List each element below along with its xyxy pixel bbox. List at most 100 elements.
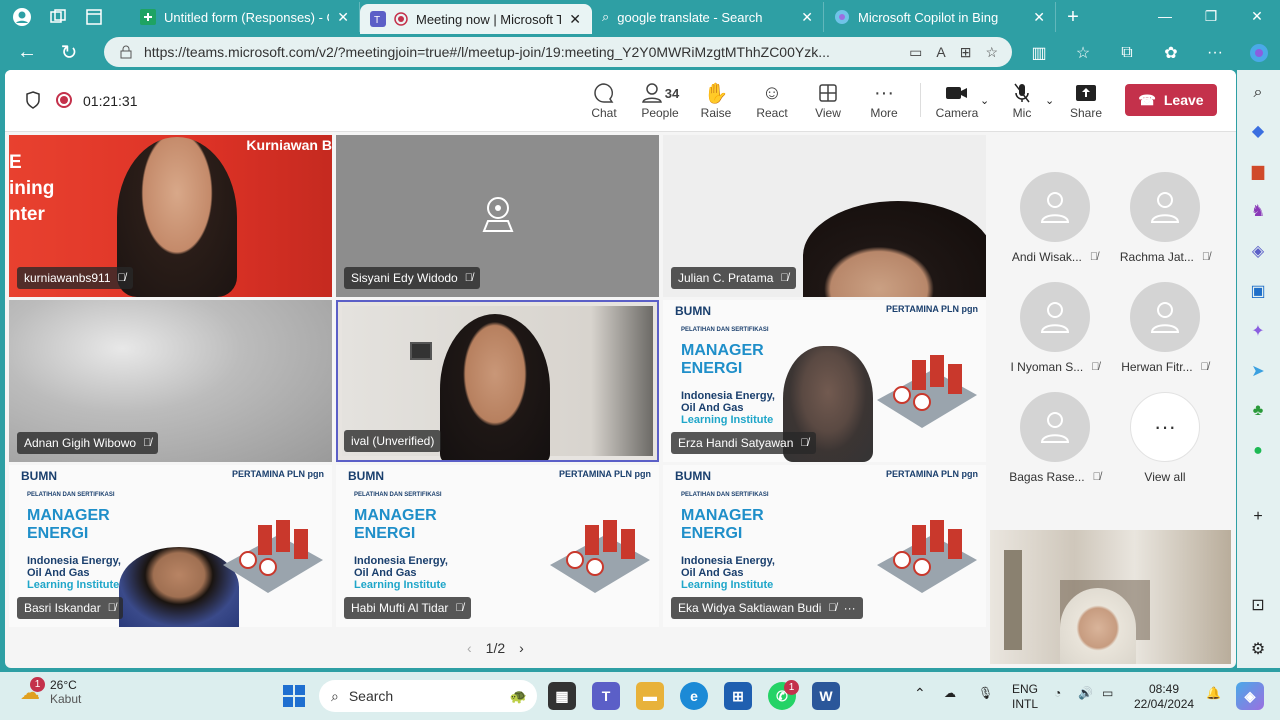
file-explorer-icon[interactable]: ▬ <box>636 682 664 710</box>
address-bar[interactable]: https://teams.microsoft.com/v2/?meetingj… <box>104 37 1012 67</box>
pagination: ‹ 1/2 › <box>467 640 524 656</box>
minimize-icon[interactable]: — <box>1142 0 1188 32</box>
people-button[interactable]: 34 People <box>635 80 685 120</box>
video-tile[interactable]: Kurniawan B E ining nter kurniawanbs911 🎙… <box>9 135 332 297</box>
active-speaker-tile[interactable]: ival (Unverified) <box>336 300 659 462</box>
mic-options-chevron-icon[interactable]: ⌄ <box>1045 94 1054 107</box>
designer-icon[interactable]: ✦ <box>1247 320 1269 342</box>
copilot-icon[interactable]: ◈ <box>1247 240 1269 262</box>
copilot-taskbar-icon[interactable]: ◈ <box>1236 682 1264 710</box>
tree-icon[interactable]: ♣ <box>1247 400 1269 422</box>
store-icon[interactable]: ⊞ <box>724 682 752 710</box>
send-icon[interactable]: ➤ <box>1247 360 1269 382</box>
next-page-icon[interactable]: › <box>519 640 524 656</box>
cloud-icon[interactable]: ☁ <box>944 686 956 701</box>
view-all-button[interactable]: ··· View all <box>1115 392 1215 497</box>
close-tab-icon[interactable]: ✕ <box>337 9 349 26</box>
settings-more-icon[interactable]: ··· <box>1200 38 1230 68</box>
tab-teams-meeting[interactable]: T Meeting now | Microsoft Te ✕ <box>360 4 592 34</box>
word-icon[interactable]: W <box>812 682 840 710</box>
share-button[interactable]: Share <box>1061 80 1111 120</box>
edge-icon[interactable]: e <box>680 682 708 710</box>
search-icon[interactable]: ⌕ <box>1247 82 1269 104</box>
restore-icon[interactable]: ❐ <box>1188 0 1234 32</box>
notification-bell-icon[interactable]: 🔔 <box>1206 686 1221 701</box>
back-icon[interactable]: ← <box>12 37 42 67</box>
games-icon[interactable]: ♞ <box>1247 200 1269 222</box>
camera-options-chevron-icon[interactable]: ⌄ <box>980 94 989 107</box>
react-button[interactable]: ☺ React <box>747 80 797 121</box>
tab-google-forms[interactable]: Untitled form (Responses) - Goo ✕ <box>130 2 360 32</box>
raise-hand-button[interactable]: ✋ Raise <box>691 80 741 121</box>
slide-logo: BUMN <box>675 469 711 483</box>
taskbar-search[interactable]: ⌕ Search 🐢 <box>319 680 537 712</box>
lock-icon[interactable] <box>120 45 132 59</box>
battery-icon[interactable]: ▭ <box>1102 686 1113 701</box>
slide-title-line: MANAGER <box>681 342 764 359</box>
favorites-icon[interactable]: ☆ <box>1068 38 1098 68</box>
tag-icon[interactable]: ◆ <box>1247 120 1269 142</box>
video-tile[interactable]: BUMN PERTAMINA PLN pgn PELATIHAN DAN SER… <box>663 465 986 627</box>
roster-participant[interactable]: Bagas Rase... 🎙̸ <box>1005 392 1105 497</box>
volume-icon[interactable]: 🔊 <box>1078 686 1093 701</box>
shopping-icon[interactable]: ▆ <box>1247 160 1269 182</box>
split-screen-icon[interactable]: ▥ <box>1024 38 1054 68</box>
roster-participant[interactable]: Andi Wisak... 🎙̸ <box>1005 172 1105 277</box>
extensions-icon[interactable]: ✿ <box>1156 38 1186 68</box>
screenshot-icon[interactable]: ⊡ <box>1247 594 1269 616</box>
video-tile[interactable]: Julian C. Pratama 🎙̸ <box>663 135 986 297</box>
copilot-sidebar-icon[interactable] <box>1244 38 1274 68</box>
video-tile[interactable]: BUMN PERTAMINA PLN pgn PELATIHAN DAN SER… <box>336 465 659 627</box>
weather-widget[interactable]: ☁ 1 26°C Kabut <box>20 677 81 706</box>
participant-more-icon[interactable]: ··· <box>844 601 856 615</box>
read-aloud-icon[interactable]: A <box>936 44 945 61</box>
clock[interactable]: 08:49 22/04/2024 <box>1134 682 1194 712</box>
refresh-icon[interactable]: ↻ <box>54 37 84 67</box>
toolbar-divider <box>920 83 921 117</box>
wifi-icon[interactable]: ◔ <box>1054 686 1061 701</box>
roster-participant[interactable]: I Nyoman S... 🎙̸ <box>1005 282 1105 387</box>
camera-button[interactable]: Camera <box>932 80 982 120</box>
profile-icon[interactable] <box>10 5 34 29</box>
close-window-icon[interactable]: ✕ <box>1234 0 1280 32</box>
close-tab-icon[interactable]: ✕ <box>1033 9 1045 26</box>
teams-chat-icon[interactable]: T <box>592 682 620 710</box>
url-text[interactable]: https://teams.microsoft.com/v2/?meetingj… <box>144 44 897 60</box>
collections-icon[interactable]: ⧉ <box>1112 38 1142 68</box>
new-tab-icon[interactable]: + <box>1056 6 1090 29</box>
video-tile[interactable]: BUMN PERTAMINA PLN pgn PELATIHAN DAN SER… <box>9 465 332 627</box>
video-tile[interactable]: BUMN PERTAMINA PLN pgn PELATIHAN DAN SER… <box>663 300 986 462</box>
leave-button[interactable]: ☎ Leave <box>1125 84 1217 116</box>
self-view-video[interactable] <box>990 530 1231 664</box>
view-button[interactable]: View <box>803 80 853 120</box>
windows-start-icon[interactable] <box>280 682 308 710</box>
slide-title-line: MANAGER <box>354 507 437 524</box>
mic-button[interactable]: Mic <box>997 80 1047 120</box>
favorite-star-icon[interactable]: ☆ <box>985 44 998 61</box>
shield-icon[interactable] <box>25 91 41 109</box>
browser-tab-bar: Untitled form (Responses) - Goo ✕ T Meet… <box>0 0 1280 34</box>
roster-participant[interactable]: Rachma Jat... 🎙̸ <box>1115 172 1215 277</box>
close-tab-icon[interactable]: ✕ <box>801 9 813 26</box>
tab-actions-icon[interactable] <box>82 5 106 29</box>
video-tile[interactable]: Sisyani Edy Widodo 🎙̸ <box>336 135 659 297</box>
add-icon[interactable]: + <box>1247 506 1269 528</box>
tab-google-translate[interactable]: ⌕ google translate - Search ✕ <box>592 2 824 32</box>
language-indicator[interactable]: ENG INTL <box>1012 682 1038 712</box>
camera-permission-icon[interactable]: ▭ <box>909 44 922 61</box>
previous-page-icon[interactable]: ‹ <box>467 640 472 656</box>
video-tile[interactable]: Adnan Gigih Wibowo 🎙̸ <box>9 300 332 462</box>
more-button[interactable]: ··· More <box>859 80 909 121</box>
show-hidden-icons[interactable]: ⌃ <box>914 686 926 701</box>
microphone-tray-icon[interactable]: 🎙 <box>978 686 993 701</box>
outlook-icon[interactable]: ▣ <box>1247 280 1269 302</box>
task-view-icon[interactable]: ▦ <box>548 682 576 710</box>
close-tab-icon[interactable]: ✕ <box>569 11 581 28</box>
roster-participant[interactable]: Herwan Fitr... 🎙̸ <box>1115 282 1215 387</box>
sidebar-settings-icon[interactable]: ⚙ <box>1247 638 1269 660</box>
tab-copilot[interactable]: Microsoft Copilot in Bing ✕ <box>824 2 1056 32</box>
app-available-icon[interactable]: ⊞ <box>960 44 972 61</box>
workspaces-icon[interactable] <box>46 5 70 29</box>
chat-button[interactable]: Chat <box>579 80 629 120</box>
spotify-icon[interactable]: ● <box>1247 440 1269 462</box>
